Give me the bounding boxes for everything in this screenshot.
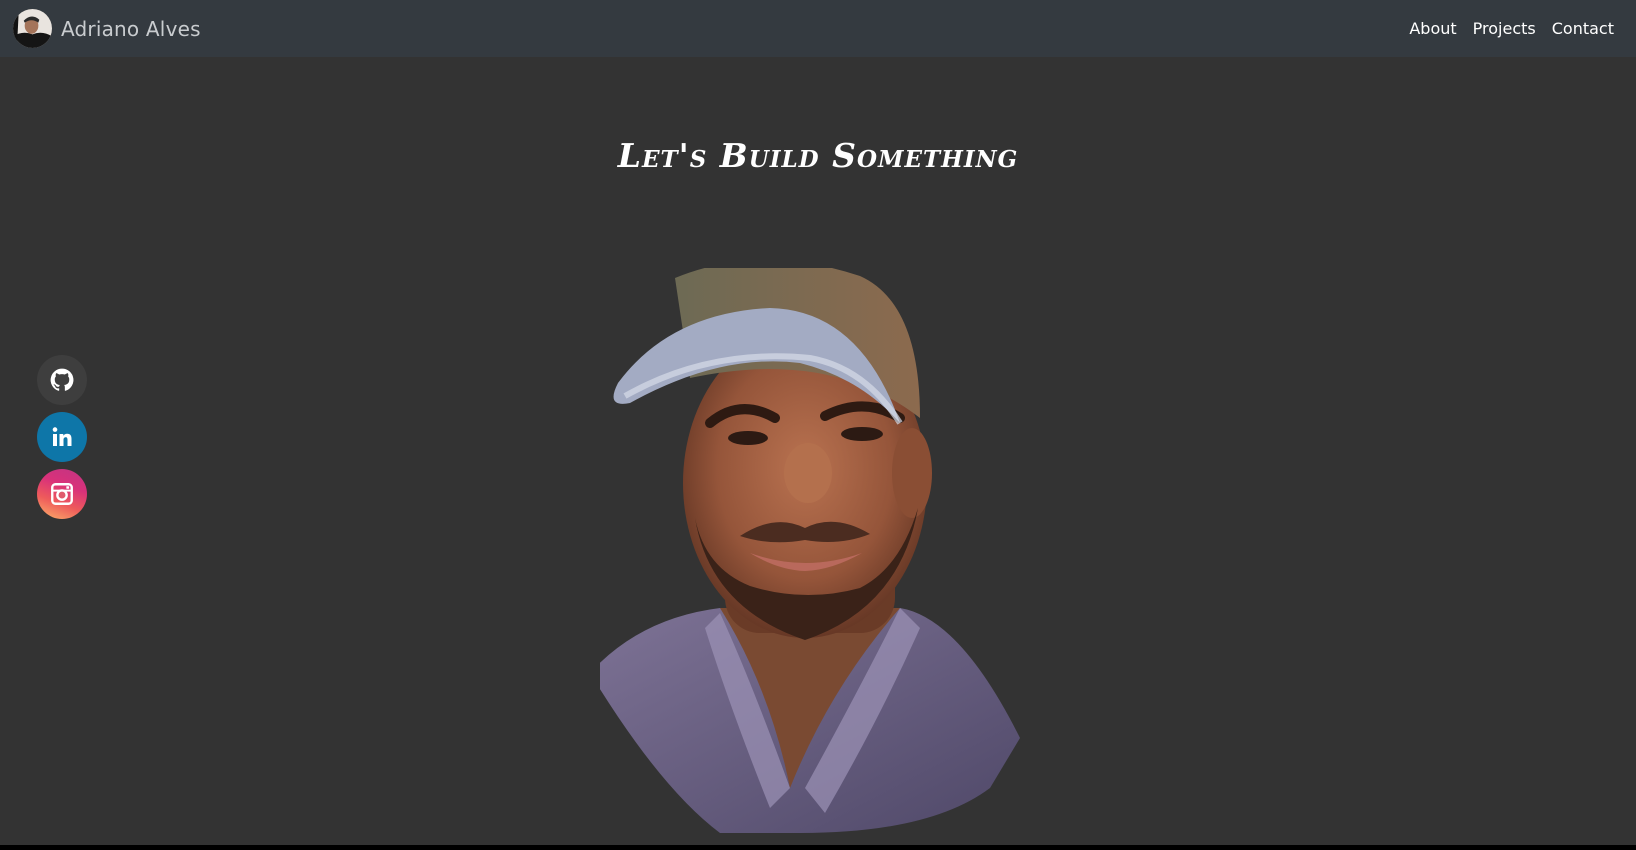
avatar: [13, 9, 52, 48]
github-icon: [50, 368, 74, 391]
github-button[interactable]: [37, 355, 87, 405]
instagram-button[interactable]: [37, 469, 87, 519]
bottom-bar: [0, 845, 1636, 850]
navbar: Adriano Alves About Projects Contact: [0, 0, 1636, 57]
nav-projects-link[interactable]: Projects: [1473, 19, 1536, 38]
linkedin-button[interactable]: [37, 412, 87, 462]
nav-contact-link[interactable]: Contact: [1552, 19, 1614, 38]
instagram-icon: [51, 483, 73, 505]
hero-title: Let's Build Something: [617, 136, 1019, 175]
brand-name: Adriano Alves: [61, 16, 201, 41]
portrait-image: [600, 268, 1020, 833]
linkedin-icon: [52, 427, 72, 446]
nav-links: About Projects Contact: [1409, 19, 1614, 38]
nav-about-link[interactable]: About: [1409, 19, 1456, 38]
brand-link[interactable]: Adriano Alves: [13, 9, 201, 48]
social-links: [37, 355, 87, 519]
